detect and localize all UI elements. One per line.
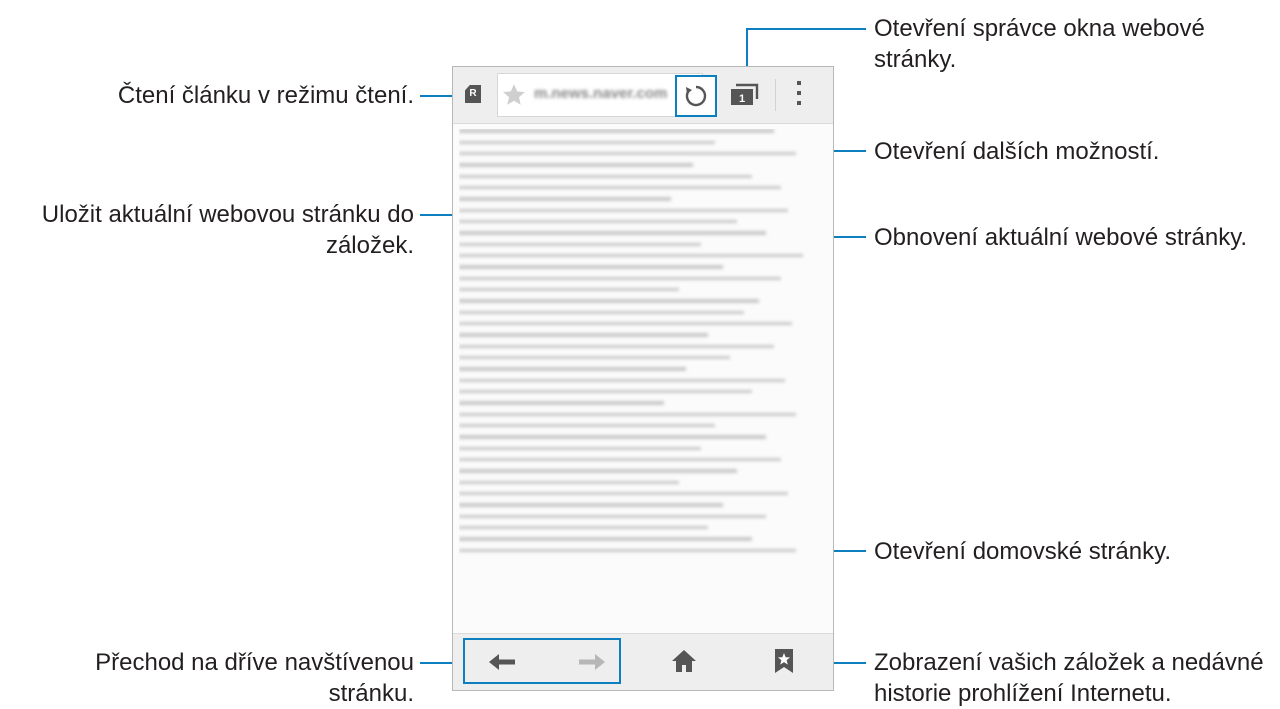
annotation-back-forward-line1: Přechod na dříve navštívenou bbox=[95, 649, 414, 676]
blurred-text-line bbox=[459, 390, 752, 393]
annotation-bookmarks-history-line1: Zobrazení vašich záložek a nedávné bbox=[874, 649, 1264, 676]
blurred-text-line bbox=[459, 299, 760, 303]
blurred-text-line bbox=[459, 243, 701, 246]
back-forward-group bbox=[463, 638, 621, 684]
browser-screen: R m.news.naver.com 1 bbox=[452, 66, 834, 691]
blurred-text-line bbox=[459, 537, 752, 541]
annotation-home: Otevření domovské stránky. bbox=[874, 538, 1171, 565]
annotation-refresh: Obnovení aktuální webové stránky. bbox=[874, 224, 1248, 251]
blurred-text-line bbox=[459, 435, 767, 439]
annotation-bookmark-page-line2: záložek. bbox=[325, 232, 414, 259]
blurred-text-line bbox=[459, 447, 701, 450]
address-bar[interactable]: m.news.naver.com bbox=[497, 73, 703, 117]
blurred-text-line bbox=[459, 526, 708, 529]
blurred-text-line bbox=[459, 424, 716, 427]
blurred-text-line bbox=[459, 288, 679, 291]
blurred-text-line bbox=[459, 152, 796, 155]
blurred-text-line bbox=[459, 379, 785, 382]
annotation-tab-manager-line2: stránky. bbox=[874, 46, 957, 73]
annotation-bookmark-page-line1: Uložit aktuální webovou stránku do bbox=[41, 201, 414, 228]
annotation-tab-manager: Otevření správce okna webové stránky. bbox=[874, 13, 1205, 75]
blurred-text-line bbox=[459, 413, 796, 416]
blurred-text-line bbox=[459, 469, 738, 473]
blurred-text-line bbox=[459, 141, 716, 144]
reader-mode-icon[interactable]: R bbox=[465, 85, 481, 103]
url-text[interactable]: m.news.naver.com bbox=[534, 85, 674, 102]
arrow-left-icon[interactable] bbox=[487, 651, 517, 673]
blurred-text-line bbox=[459, 197, 672, 201]
blurred-text-line bbox=[459, 367, 686, 371]
bottom-navigation bbox=[453, 633, 833, 690]
page-content bbox=[459, 129, 825, 633]
star-icon[interactable] bbox=[501, 82, 527, 108]
reader-badge: R bbox=[469, 88, 477, 99]
blurred-text-line bbox=[459, 333, 708, 337]
blurred-text-line bbox=[459, 265, 723, 269]
annotation-more-options: Otevření dalších možností. bbox=[874, 138, 1160, 165]
blurred-text-line bbox=[459, 209, 789, 212]
blurred-text-line bbox=[459, 515, 767, 518]
blurred-text-line bbox=[459, 163, 694, 167]
bookmarks-icon[interactable] bbox=[773, 647, 795, 675]
blurred-text-line bbox=[459, 345, 774, 348]
blurred-text-line bbox=[459, 481, 679, 484]
blurred-text-line bbox=[459, 129, 774, 133]
blurred-text-line bbox=[459, 254, 804, 257]
refresh-button[interactable] bbox=[675, 75, 717, 117]
blurred-text-line bbox=[459, 401, 664, 405]
browser-toolbar: R m.news.naver.com 1 bbox=[453, 67, 833, 124]
blurred-text-line bbox=[459, 311, 745, 314]
blurred-text-line bbox=[459, 492, 789, 495]
annotation-bookmarks-history: Zobrazení vašich záložek a nedávné histo… bbox=[874, 647, 1264, 709]
blurred-text-line bbox=[459, 186, 782, 189]
toolbar-divider bbox=[775, 79, 776, 111]
annotation-tab-manager-line1: Otevření správce okna webové bbox=[874, 15, 1205, 42]
blurred-text-line bbox=[459, 175, 752, 178]
blurred-text-line bbox=[459, 503, 723, 507]
blurred-text-line bbox=[459, 458, 782, 461]
window-manager-icon[interactable]: 1 bbox=[729, 81, 765, 107]
annotation-reader-mode: Čtení článku v režimu čtení. bbox=[117, 82, 414, 109]
leader-tab-manager-h bbox=[746, 28, 866, 30]
annotation-bookmark-page: Uložit aktuální webovou stránku do zálož… bbox=[42, 199, 414, 261]
blurred-text-line bbox=[459, 356, 730, 359]
blurred-text-line bbox=[459, 220, 738, 223]
annotation-back-forward-line2: stránku. bbox=[328, 680, 414, 707]
tab-count: 1 bbox=[739, 93, 745, 105]
blurred-text-line bbox=[459, 322, 793, 325]
annotation-bookmarks-history-line2: historie prohlížení Internetu. bbox=[874, 680, 1172, 707]
arrow-right-icon[interactable] bbox=[577, 651, 607, 673]
refresh-icon bbox=[685, 85, 707, 107]
blurred-text-line bbox=[459, 549, 796, 552]
more-options-icon[interactable] bbox=[795, 81, 803, 111]
blurred-text-line bbox=[459, 231, 767, 235]
home-icon[interactable] bbox=[671, 648, 697, 674]
blurred-text-line bbox=[459, 277, 782, 280]
annotation-back-forward: Přechod na dříve navštívenou stránku. bbox=[95, 647, 414, 709]
